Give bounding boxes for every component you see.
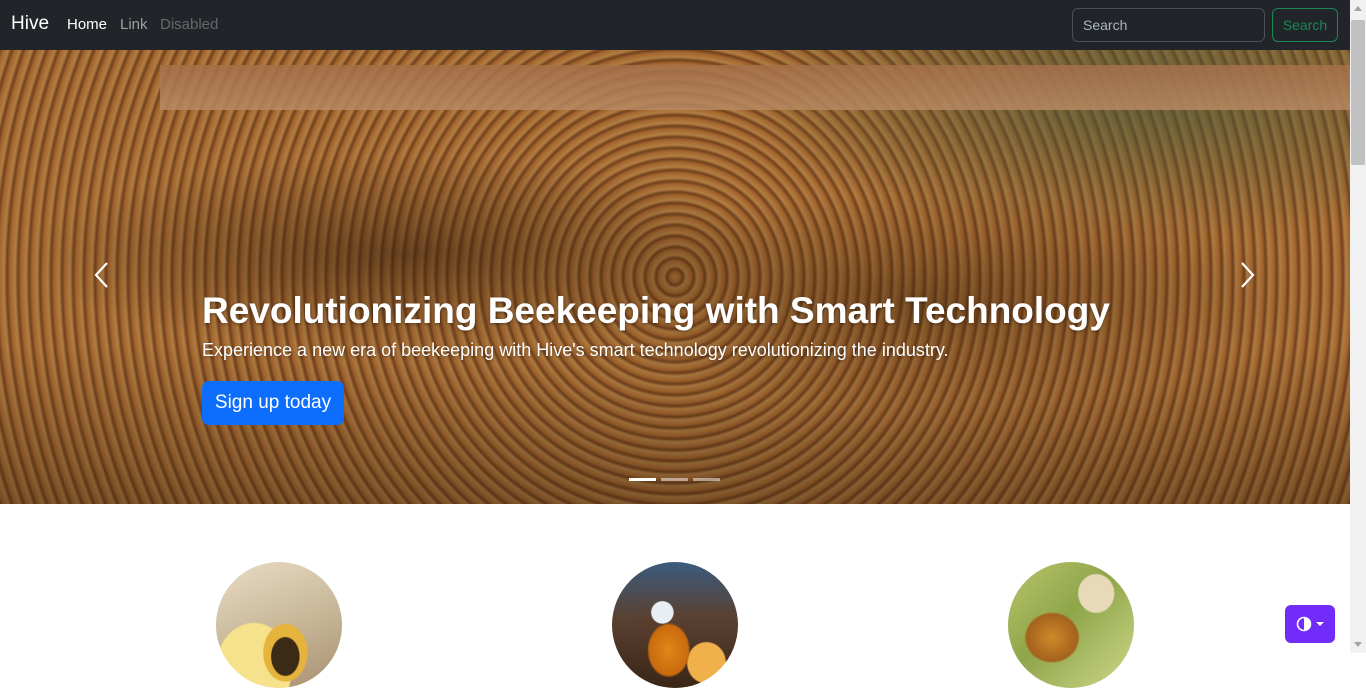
carousel-indicator-3[interactable] [693,478,720,481]
scroll-down-arrow-icon[interactable] [1354,642,1362,647]
chevron-right-icon [1241,262,1255,288]
theme-toggle-button[interactable] [1285,605,1335,643]
search-input[interactable] [1072,8,1265,42]
signup-button[interactable]: Sign up today [202,381,344,425]
nav-link-home[interactable]: Home [67,16,107,33]
carousel-indicator-2[interactable] [661,478,688,481]
scroll-up-arrow-icon[interactable] [1354,6,1362,11]
caret-down-icon [1316,622,1324,626]
carousel-prev-button[interactable] [82,255,122,295]
chevron-left-icon [94,262,108,288]
search-button[interactable]: Search [1272,8,1338,42]
nav-link-link[interactable]: Link [120,16,148,33]
carousel-next-button[interactable] [1227,255,1267,295]
feature-image-honey [612,562,738,688]
navbar-brand[interactable]: Hive [11,13,49,35]
feature-image-bee [216,562,342,688]
contrast-icon [1296,616,1312,632]
hero-carousel: Revolutionizing Beekeeping with Smart Te… [0,50,1350,504]
scrollbar-thumb[interactable] [1351,20,1365,165]
carousel-indicator-1[interactable] [629,478,656,481]
navbar: Hive Home Link Disabled Search [0,0,1350,50]
nav-link-disabled: Disabled [160,16,219,33]
hero-title: Revolutionizing Beekeeping with Smart Te… [202,290,1110,331]
carousel-indicators [629,478,721,481]
hero-subtitle: Experience a new era of beekeeping with … [202,340,949,360]
feature-image-beekeeper [1008,562,1134,688]
